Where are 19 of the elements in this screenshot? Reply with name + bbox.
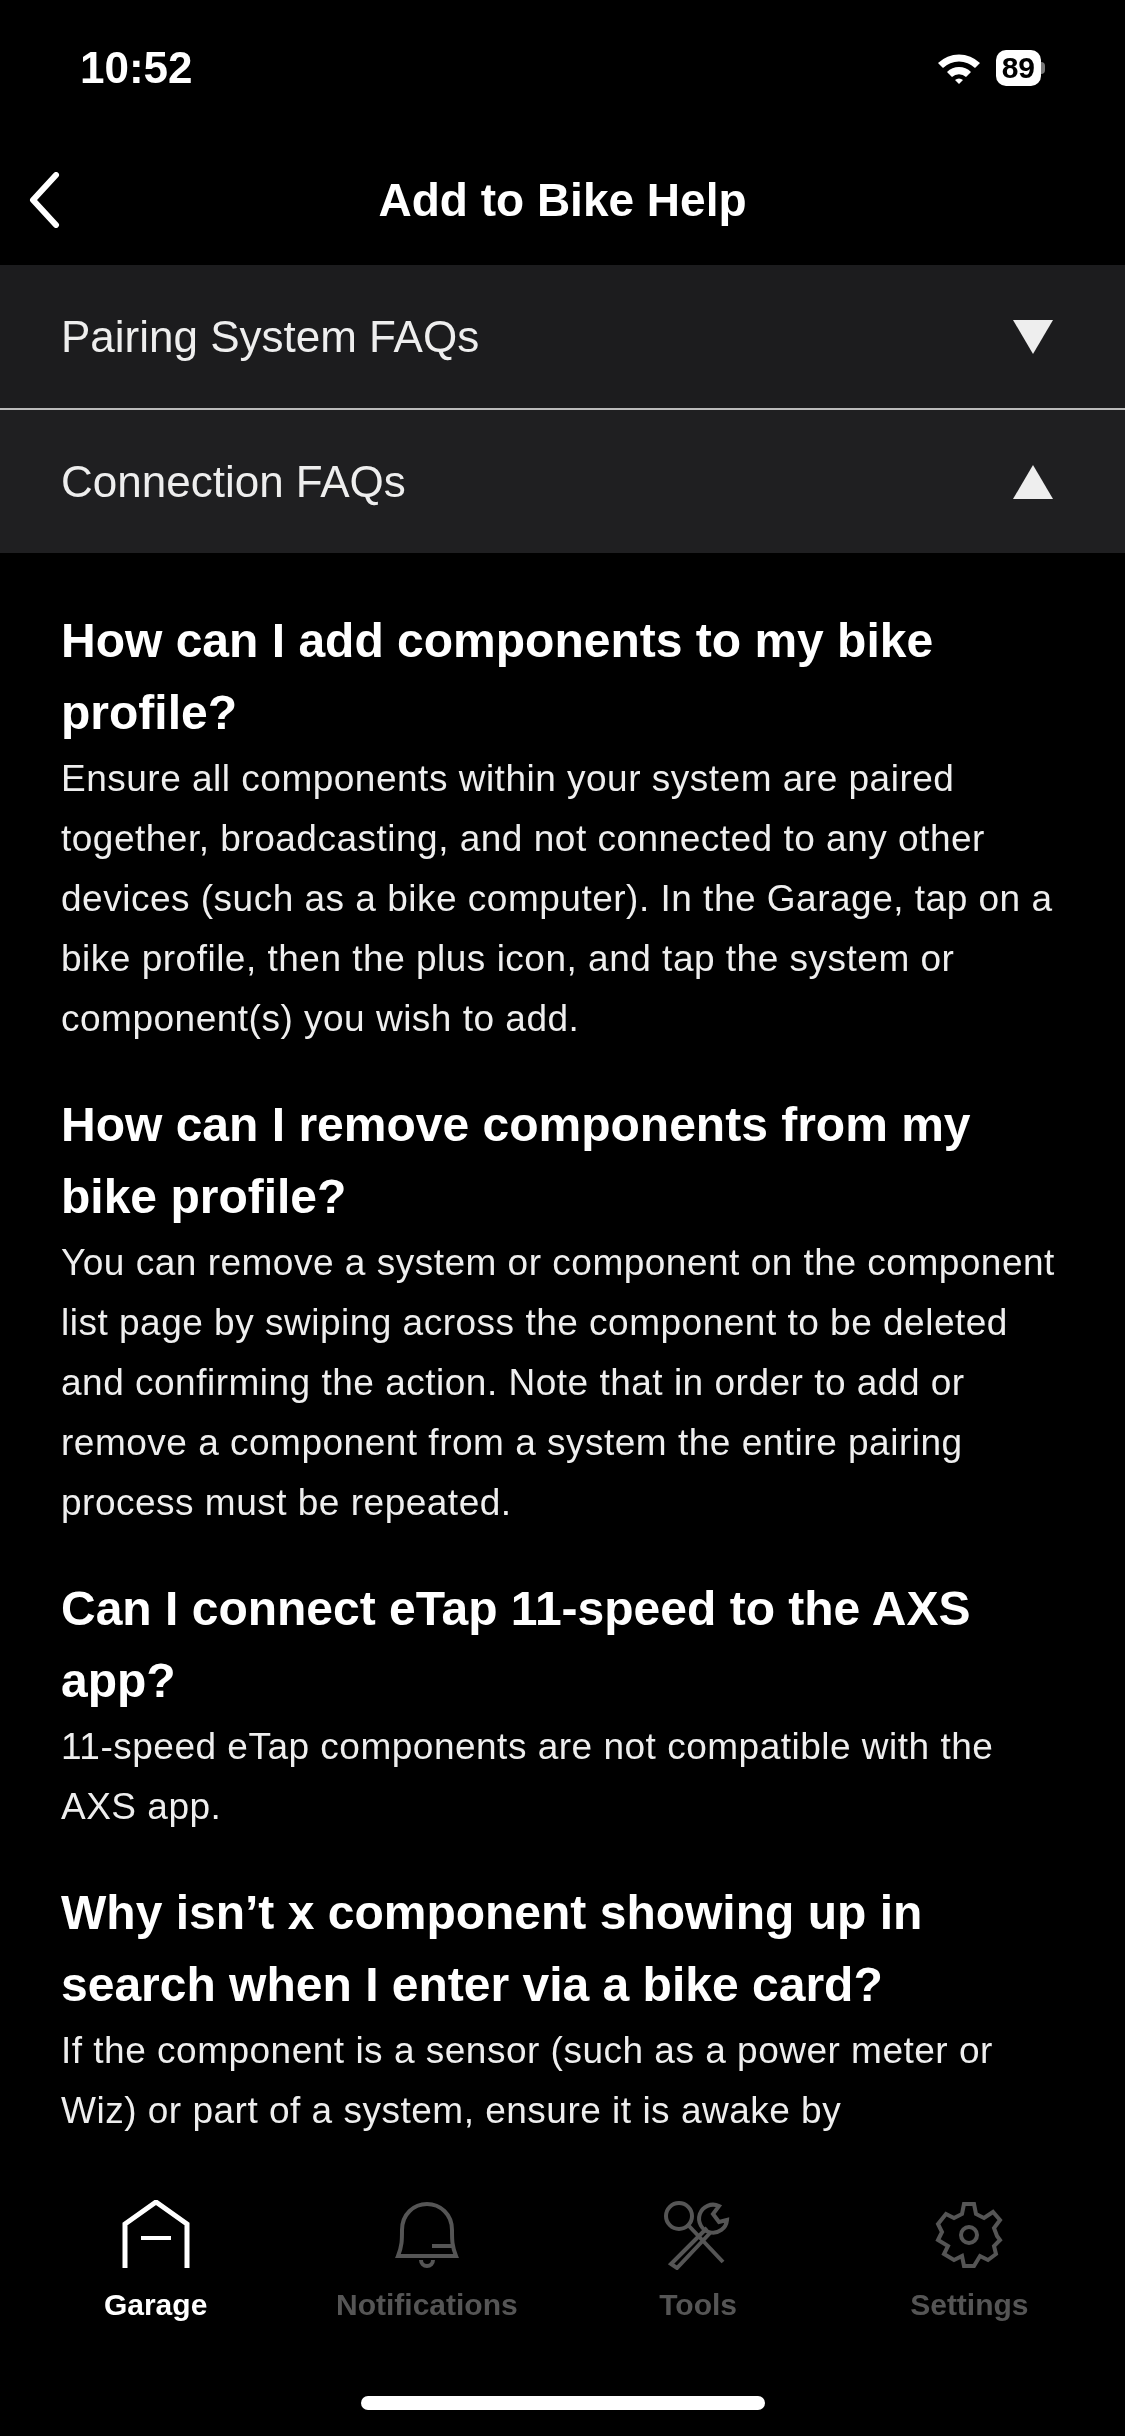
accordion-header[interactable]: Connection FAQs [0,410,1125,553]
battery-level: 89 [995,49,1041,86]
expand-icon [1013,319,1053,354]
faq-question: Why isn’t x component showing up in search when I enter via a bike card? [61,1885,924,2013]
back-icon[interactable] [28,172,60,228]
faq-answer: You can remove a system or component on the component list page by swiping across the component to be deleted and confirming the action. Note that in order to add or remove a component from a system the entire pairing process must be repeated. [61,1241,1056,1525]
faq-answer: 11-speed eTap components are not compatible with the AXS app. [61,1725,995,1829]
status-time: 10:52 [80,41,193,94]
settings-icon [934,2200,1005,2270]
faq-answer: Ensure all components within your system are paired together, broadcasting, and not connected to any other devices (such as a bike computer). In the Garage, tap on a bike profile, then the plus icon, and tap the system or component(s) you wish to add. [61,757,1054,1041]
collapse-icon [1013,464,1053,499]
faq-question: How can I add components to my bike profile? [61,613,935,741]
garage-icon [120,2200,191,2270]
faq-question: How can I remove components from my bike profile? [61,1097,972,1225]
faq-question: Can I connect eTap 11-speed to the AXS app? [61,1581,972,1709]
accordion-header[interactable]: Pairing System FAQs [0,265,1125,408]
faq-answer: If the component is a sensor (such as a power meter or Wiz) or part of a system, ensure it is awake by [61,2029,994,2133]
page-title: Add to Bike Help [378,172,747,228]
tab-bar-item[interactable]: Garage [45,2200,266,2327]
